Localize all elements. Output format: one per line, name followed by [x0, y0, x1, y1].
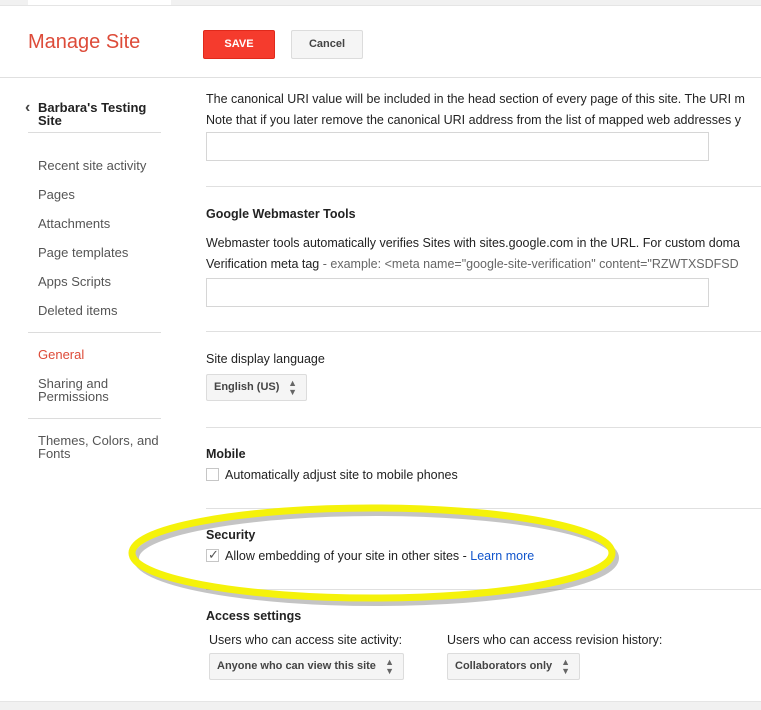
mobile-heading: Mobile — [206, 447, 246, 461]
header: Manage Site SAVE Cancel — [0, 6, 761, 78]
canonical-description-line1: The canonical URI value will be included… — [206, 92, 745, 106]
section-divider — [206, 427, 761, 428]
verification-example: - example: <meta name="google-site-verif… — [319, 257, 739, 271]
canonical-description-line2: Note that if you later remove the canoni… — [206, 113, 741, 127]
security-checkbox[interactable]: ✓ — [206, 547, 219, 562]
select-arrows-icon: ▲ ▼ — [385, 657, 394, 676]
language-selected: English (US) — [214, 381, 280, 393]
section-divider — [206, 508, 761, 509]
cancel-button[interactable]: Cancel — [291, 30, 363, 59]
sidebar-divider — [28, 418, 161, 419]
sidebar-item-deleted-items[interactable]: Deleted items — [38, 304, 117, 317]
mobile-checkbox[interactable] — [206, 468, 219, 481]
verification-label: Verification meta tag — [206, 257, 320, 271]
browser-tab[interactable] — [28, 0, 171, 5]
save-button[interactable]: SAVE — [203, 30, 275, 59]
sidebar-divider — [28, 132, 161, 133]
page-title: Manage Site — [28, 31, 141, 53]
sidebar-item-page-templates[interactable]: Page templates — [38, 246, 128, 259]
site-name[interactable]: Barbara's Testing Site — [38, 101, 163, 127]
sidebar-item-themes-colors-fonts[interactable]: Themes, Colors, and Fonts — [38, 434, 166, 460]
sidebar-item-recent-site-activity[interactable]: Recent site activity — [38, 159, 146, 172]
checkmark-icon: ✓ — [208, 547, 219, 562]
select-arrows-icon: ▲ ▼ — [288, 378, 297, 397]
chevron-left-icon[interactable]: ‹ — [25, 99, 30, 117]
select-arrows-icon: ▲ ▼ — [561, 657, 570, 676]
verification-meta-input[interactable] — [206, 278, 709, 307]
sidebar-item-general[interactable]: General — [38, 348, 84, 361]
bottom-bar — [0, 701, 761, 710]
learn-more-link[interactable]: Learn more — [470, 549, 534, 563]
sidebar-item-apps-scripts[interactable]: Apps Scripts — [38, 275, 111, 288]
section-divider — [206, 589, 761, 590]
section-divider — [206, 331, 761, 332]
embedding-label: Allow embedding of your site in other si… — [225, 549, 471, 563]
sidebar-item-attachments[interactable]: Attachments — [38, 217, 110, 230]
security-checkbox-label: Allow embedding of your site in other si… — [225, 549, 534, 563]
language-label: Site display language — [206, 352, 325, 366]
section-divider — [206, 186, 761, 187]
revision-access-label: Users who can access revision history: — [447, 633, 663, 647]
sidebar-divider — [28, 332, 161, 333]
verification-meta-label: Verification meta tag - example: <meta n… — [206, 257, 739, 271]
sidebar-item-pages[interactable]: Pages — [38, 188, 75, 201]
activity-access-label: Users who can access site activity: — [209, 633, 403, 647]
webmaster-description: Webmaster tools automatically verifies S… — [206, 236, 741, 250]
language-select[interactable]: English (US) ▲ ▼ — [206, 374, 307, 401]
canonical-uri-input[interactable] — [206, 132, 709, 161]
activity-access-select[interactable]: Anyone who can view this site ▲ ▼ — [209, 653, 404, 680]
security-heading: Security — [206, 528, 256, 542]
revision-access-selected: Collaborators only — [455, 660, 553, 672]
access-settings-heading: Access settings — [206, 609, 302, 623]
activity-access-selected: Anyone who can view this site — [217, 660, 376, 672]
revision-access-select[interactable]: Collaborators only ▲ ▼ — [447, 653, 580, 680]
webmaster-heading: Google Webmaster Tools — [206, 207, 356, 221]
sidebar-item-sharing-and-permissions[interactable]: Sharing and Permissions — [38, 377, 148, 403]
mobile-checkbox-label: Automatically adjust site to mobile phon… — [225, 468, 458, 482]
